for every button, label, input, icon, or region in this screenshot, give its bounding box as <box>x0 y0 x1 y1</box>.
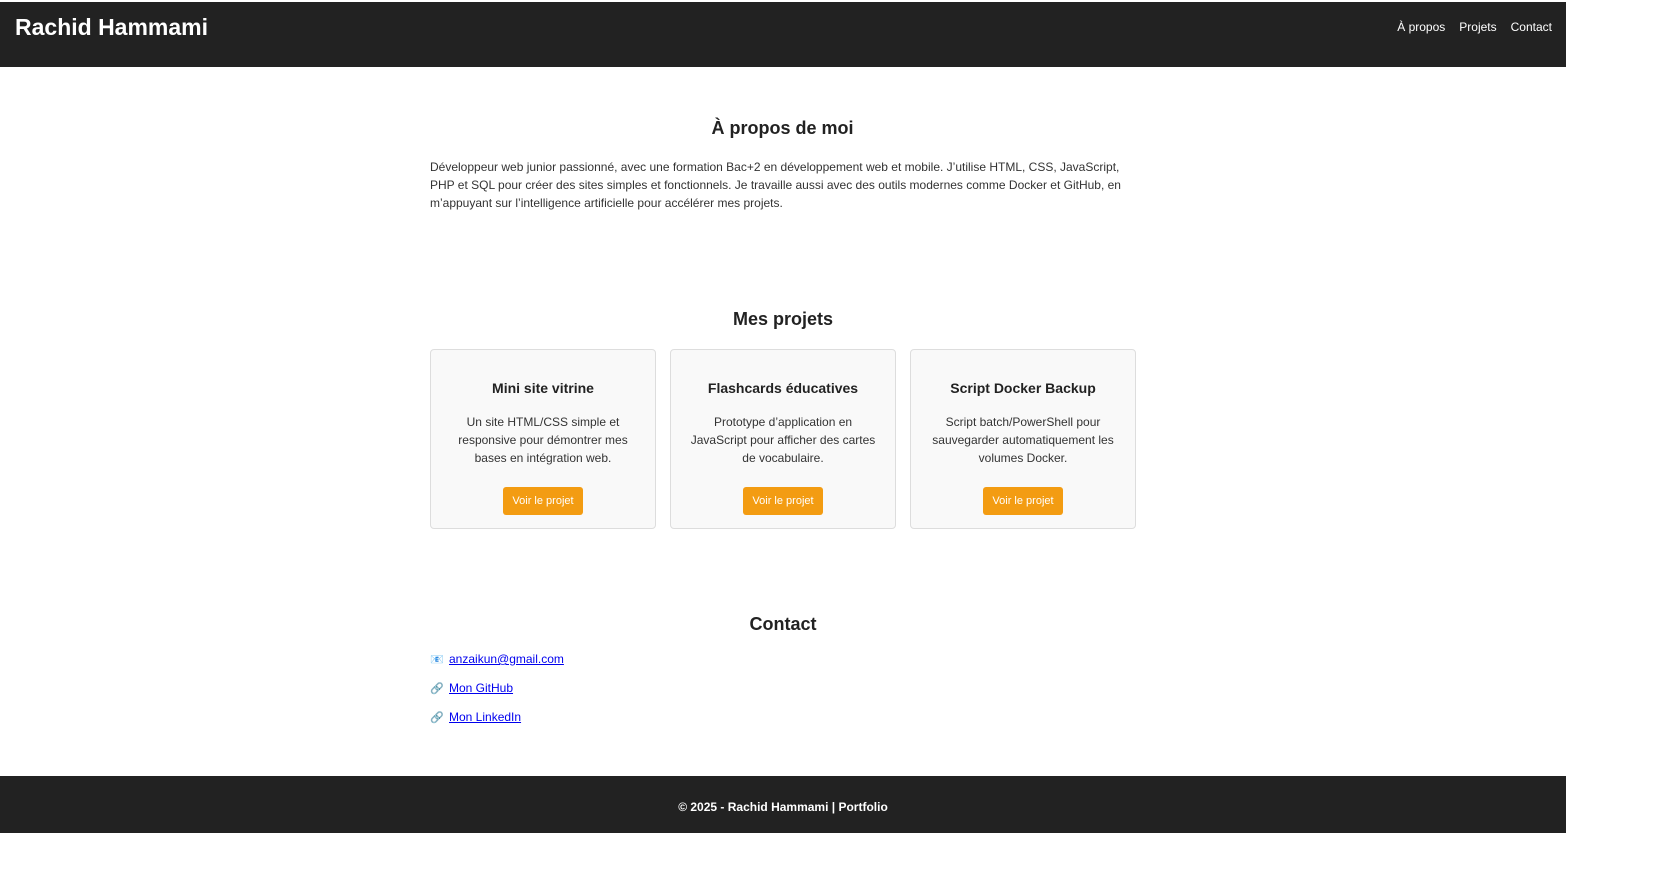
view-project-button[interactable]: Voir le projet <box>503 487 583 515</box>
project-cards: Mini site vitrine Un site HTML/CSS simpl… <box>430 349 1136 529</box>
project-description: Prototype d’application en JavaScript po… <box>690 415 876 465</box>
contact-list: 📧 anzaikun@gmail.com 🔗 Mon GitHub 🔗 Mon … <box>430 650 1136 726</box>
email-link[interactable]: anzaikun@gmail.com <box>449 652 564 666</box>
nav-link-contact[interactable]: Contact <box>1511 20 1552 34</box>
page: Rachid Hammami À propos Projets Contact … <box>0 0 1667 886</box>
mail-icon: 📧 <box>430 653 444 666</box>
contact-item-github: 🔗 Mon GitHub <box>430 679 1136 697</box>
contact-title: Contact <box>749 614 817 634</box>
project-card-mini-site: Mini site vitrine Un site HTML/CSS simpl… <box>430 349 656 529</box>
project-title: Flashcards éducatives <box>707 380 859 396</box>
github-link[interactable]: Mon GitHub <box>449 681 513 695</box>
project-description: Script batch/PowerShell pour sauvegarder… <box>932 415 1114 465</box>
projects-section: Mes projets Mini site vitrine Un site HT… <box>430 309 1136 529</box>
link-icon: 🔗 <box>430 682 444 695</box>
contact-section: Contact 📧 anzaikun@gmail.com 🔗 Mon GitHu… <box>430 614 1136 737</box>
site-title: Rachid Hammami <box>15 14 209 40</box>
contact-item-linkedin: 🔗 Mon LinkedIn <box>430 708 1136 726</box>
view-project-button[interactable]: Voir le projet <box>743 487 823 515</box>
linkedin-link[interactable]: Mon LinkedIn <box>449 710 521 724</box>
site-header: Rachid Hammami À propos Projets Contact <box>0 2 1566 67</box>
main-nav: À propos Projets Contact <box>1397 20 1552 34</box>
project-title: Script Docker Backup <box>950 380 1096 396</box>
project-card-docker-backup: Script Docker Backup Script batch/PowerS… <box>910 349 1136 529</box>
link-icon: 🔗 <box>430 711 444 724</box>
project-description: Un site HTML/CSS simple et responsive po… <box>458 415 628 465</box>
about-title: À propos de moi <box>711 118 854 138</box>
contact-item-email: 📧 anzaikun@gmail.com <box>430 650 1136 668</box>
nav-link-about[interactable]: À propos <box>1397 20 1445 34</box>
footer-text: © 2025 - Rachid Hammami | Portfolio <box>678 800 888 814</box>
view-project-button[interactable]: Voir le projet <box>983 487 1063 515</box>
site-footer: © 2025 - Rachid Hammami | Portfolio <box>0 776 1566 833</box>
project-card-flashcards: Flashcards éducatives Prototype d’applic… <box>670 349 896 529</box>
project-title: Mini site vitrine <box>492 380 594 396</box>
nav-link-projects[interactable]: Projets <box>1459 20 1496 34</box>
about-text: Développeur web junior passionné, avec u… <box>430 160 1121 210</box>
projects-title: Mes projets <box>732 309 834 329</box>
about-section: À propos de moi Développeur web junior p… <box>430 118 1135 212</box>
